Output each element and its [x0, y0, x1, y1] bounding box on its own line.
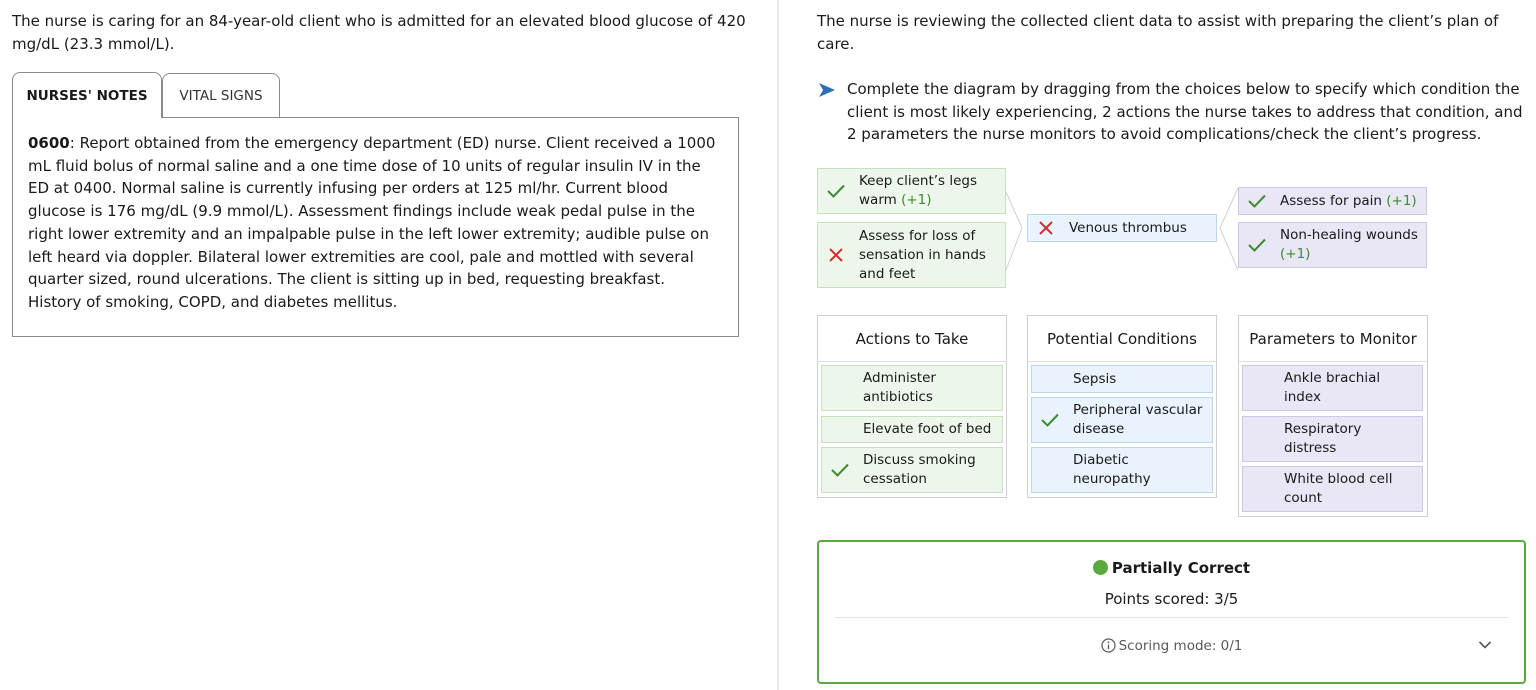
case-study-pane: The nurse is caring for an 84-year-old c…: [0, 0, 778, 690]
result-divider: [835, 617, 1508, 618]
choice-condition[interactable]: Sepsis: [1031, 365, 1213, 393]
case-stem: The nurse is caring for an 84-year-old c…: [12, 12, 746, 53]
choice-text: Diabetic neuropathy: [1073, 452, 1151, 487]
pane-divider[interactable]: [777, 0, 779, 690]
check-icon: [1248, 238, 1266, 252]
choice-text: Discuss smoking cessation: [863, 452, 976, 487]
choice-text: White blood cell count: [1284, 471, 1393, 506]
diagram-parameter-text: Assess for pain: [1280, 192, 1382, 209]
choice-parameter[interactable]: White blood cell count: [1242, 466, 1423, 512]
x-icon: [829, 248, 843, 262]
choice-parameter[interactable]: Respiratory distress: [1242, 416, 1423, 462]
choice-text: Administer antibiotics: [863, 370, 936, 405]
choice-text: Peripheral vascular disease: [1073, 402, 1203, 437]
choice-text: Elevate foot of bed: [863, 421, 992, 437]
parameters-column-title: Parameters to Monitor: [1239, 316, 1427, 362]
check-icon: [827, 184, 845, 198]
diagram-parameter-slot-1[interactable]: Assess for pain (+1): [1238, 187, 1427, 215]
diagram-action-slot-1[interactable]: Keep client’s legs warm (+1): [817, 168, 1006, 214]
scoring-mode: Scoring mode: 0/1: [1118, 638, 1243, 654]
score-result-panel: Partially Correct Points scored: 3/5 Sco…: [817, 540, 1526, 684]
tab-nurses-notes[interactable]: NURSES' NOTES: [12, 72, 162, 118]
choice-text: Respiratory distress: [1284, 421, 1362, 456]
question-stem: The nurse is reviewing the collected cli…: [817, 12, 1499, 53]
points-scored: Points scored: 3/5: [1104, 590, 1239, 608]
info-icon: [1100, 638, 1116, 653]
check-icon: [831, 463, 849, 477]
status-dot-icon: [1092, 560, 1108, 575]
check-icon: [1041, 413, 1059, 427]
result-title: Partially Correct: [1111, 559, 1251, 577]
choice-action[interactable]: Elevate foot of bed: [821, 416, 1003, 443]
question-instruction: Complete the diagram by dragging from th…: [847, 80, 1523, 144]
choice-condition[interactable]: Diabetic neuropathy: [1031, 447, 1213, 493]
diagram-action-text: Assess for loss of sensation in hands an…: [859, 227, 986, 282]
nurses-notes-content: 0600: Report obtained from the emergency…: [12, 117, 739, 337]
diagram-condition-slot[interactable]: Venous thrombus: [1027, 214, 1217, 242]
bonus-label: (+1): [1386, 192, 1417, 209]
conditions-column-title: Potential Conditions: [1028, 316, 1216, 362]
x-icon: [1039, 221, 1053, 235]
bonus-label: (+1): [901, 192, 932, 208]
notes-text: : Report obtained from the emergency dep…: [28, 134, 716, 311]
diagram-parameter-text: Non-healing wounds: [1280, 227, 1418, 243]
choice-text: Sepsis: [1073, 370, 1117, 387]
diagram-condition-text: Venous thrombus: [1069, 219, 1187, 236]
bonus-label: (+1): [1280, 246, 1311, 262]
choice-condition[interactable]: Peripheral vascular disease: [1031, 397, 1213, 443]
record-tabs: NURSES' NOTES VITAL SIGNS: [12, 72, 280, 118]
check-icon: [1248, 194, 1266, 208]
actions-column-title: Actions to Take: [818, 316, 1006, 362]
chevron-down-icon[interactable]: [1478, 640, 1492, 650]
choice-parameter[interactable]: Ankle brachial index: [1242, 365, 1423, 411]
play-arrow-icon: [819, 83, 835, 97]
choice-action[interactable]: Discuss smoking cessation: [821, 447, 1003, 493]
tab-vital-signs[interactable]: VITAL SIGNS: [162, 73, 280, 118]
notes-time: 0600: [28, 134, 70, 152]
choice-action[interactable]: Administer antibiotics: [821, 365, 1003, 411]
diagram-parameter-slot-2[interactable]: Non-healing wounds (+1): [1238, 222, 1427, 268]
choice-text: Ankle brachial index: [1284, 370, 1381, 405]
diagram-action-slot-2[interactable]: Assess for loss of sensation in hands an…: [817, 222, 1006, 288]
